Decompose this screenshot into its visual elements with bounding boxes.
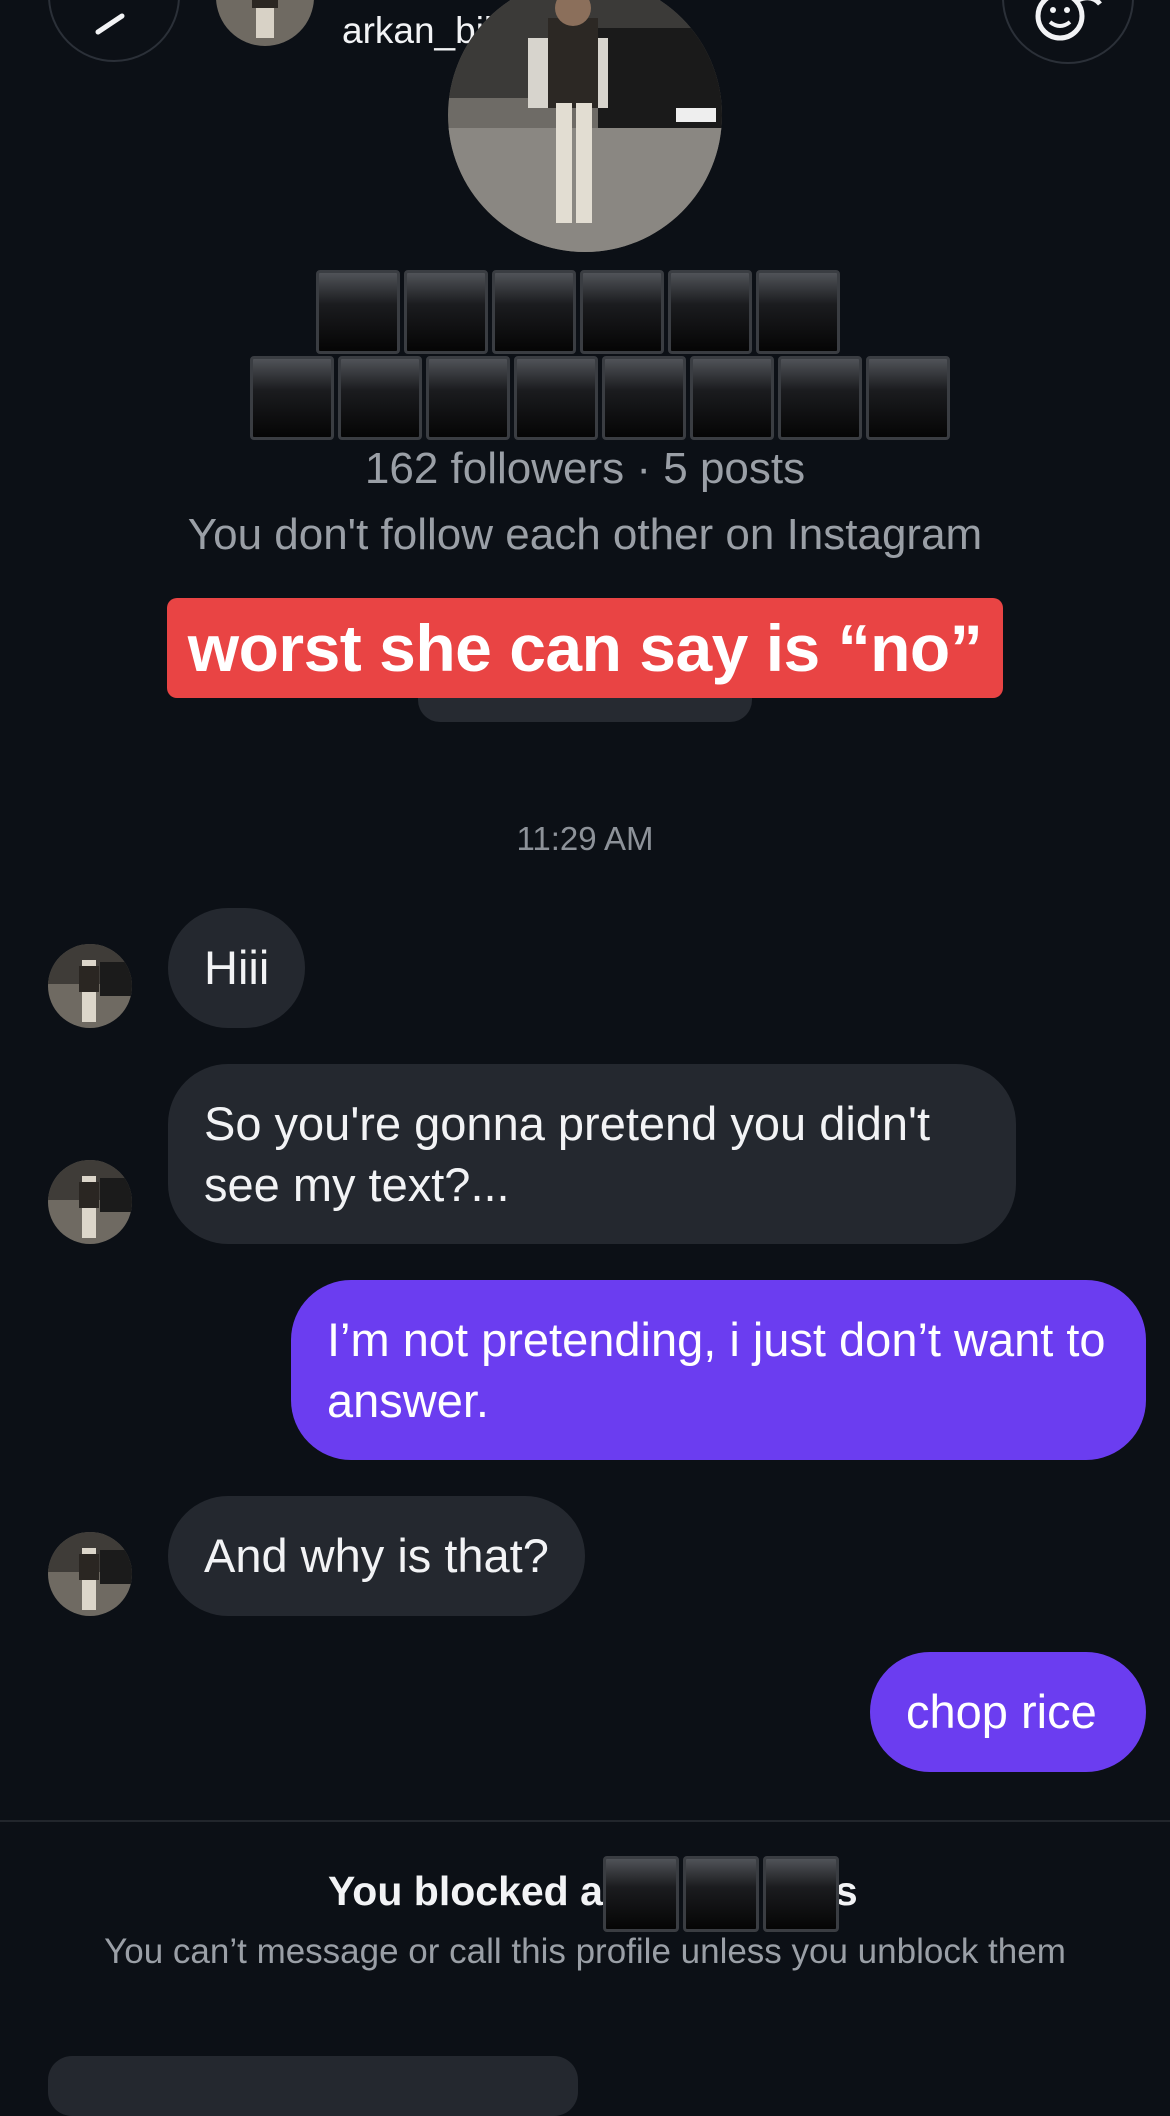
message-bubble-sent[interactable]: I’m not pretending, i just don’t want to… [291,1280,1146,1460]
censor-block [866,356,950,440]
message-text: I’m not pretending, i just don’t want to… [327,1313,1106,1427]
avatar-photo [48,944,132,1028]
header-avatar[interactable] [216,0,314,46]
follow-relationship: You don't follow each other on Instagram [187,510,983,559]
censor-block [426,356,510,440]
censor-block [404,270,488,354]
blocked-title-prefix: You blocked a [328,1868,603,1914]
message-bubble-sent[interactable]: chop rice [870,1652,1146,1772]
censor-block [778,356,862,440]
profile-stats: 162 followers · 5 posts [364,444,806,493]
footer-divider [0,1820,1170,1822]
message-bubble-received[interactable]: Hiii [168,908,306,1028]
censor-block [683,1856,759,1932]
sender-avatar[interactable] [48,1160,132,1244]
sender-avatar[interactable] [48,944,132,1028]
censor-block [250,356,334,440]
censor-block [763,1856,839,1932]
blocked-subtitle: You can’t message or call this profile u… [104,1932,1066,1971]
censor-block [690,356,774,440]
message-text: chop rice [906,1685,1097,1738]
censor-block [602,356,686,440]
chat-timestamp: 11:29 AM [516,820,654,857]
censor-block [338,356,422,440]
profile-picture[interactable] [448,0,722,252]
censor-block [514,356,598,440]
censor-block [580,270,664,354]
censor-block [316,270,400,354]
profile-photo [448,0,722,252]
censor-block [603,1856,679,1932]
sender-avatar[interactable] [48,1532,132,1616]
sticker-icon [1035,0,1102,41]
message-text: So you're gonna pretend you didn't see m… [204,1097,931,1211]
message-text: And why is that? [204,1529,549,1582]
message-bubble-received[interactable]: And why is that? [168,1496,585,1616]
unblock-button[interactable] [48,2056,578,2116]
chevron-left-icon [95,13,125,35]
censor-block [756,270,840,354]
avatar-photo [48,1532,132,1616]
censored-name-row-2 [250,356,950,440]
censor-block [492,270,576,354]
back-button[interactable] [48,0,180,62]
avatar-photo [216,0,314,46]
censor-block [668,270,752,354]
overlay-caption: worst she can say is “no” [167,598,1003,698]
message-text: Hiii [204,941,270,994]
avatar-photo [48,1160,132,1244]
message-bubble-received[interactable]: So you're gonna pretend you didn't see m… [168,1064,1016,1244]
censored-name-row-1 [316,270,840,354]
censored-username [603,1856,839,1932]
sticker-button[interactable] [1002,0,1134,64]
